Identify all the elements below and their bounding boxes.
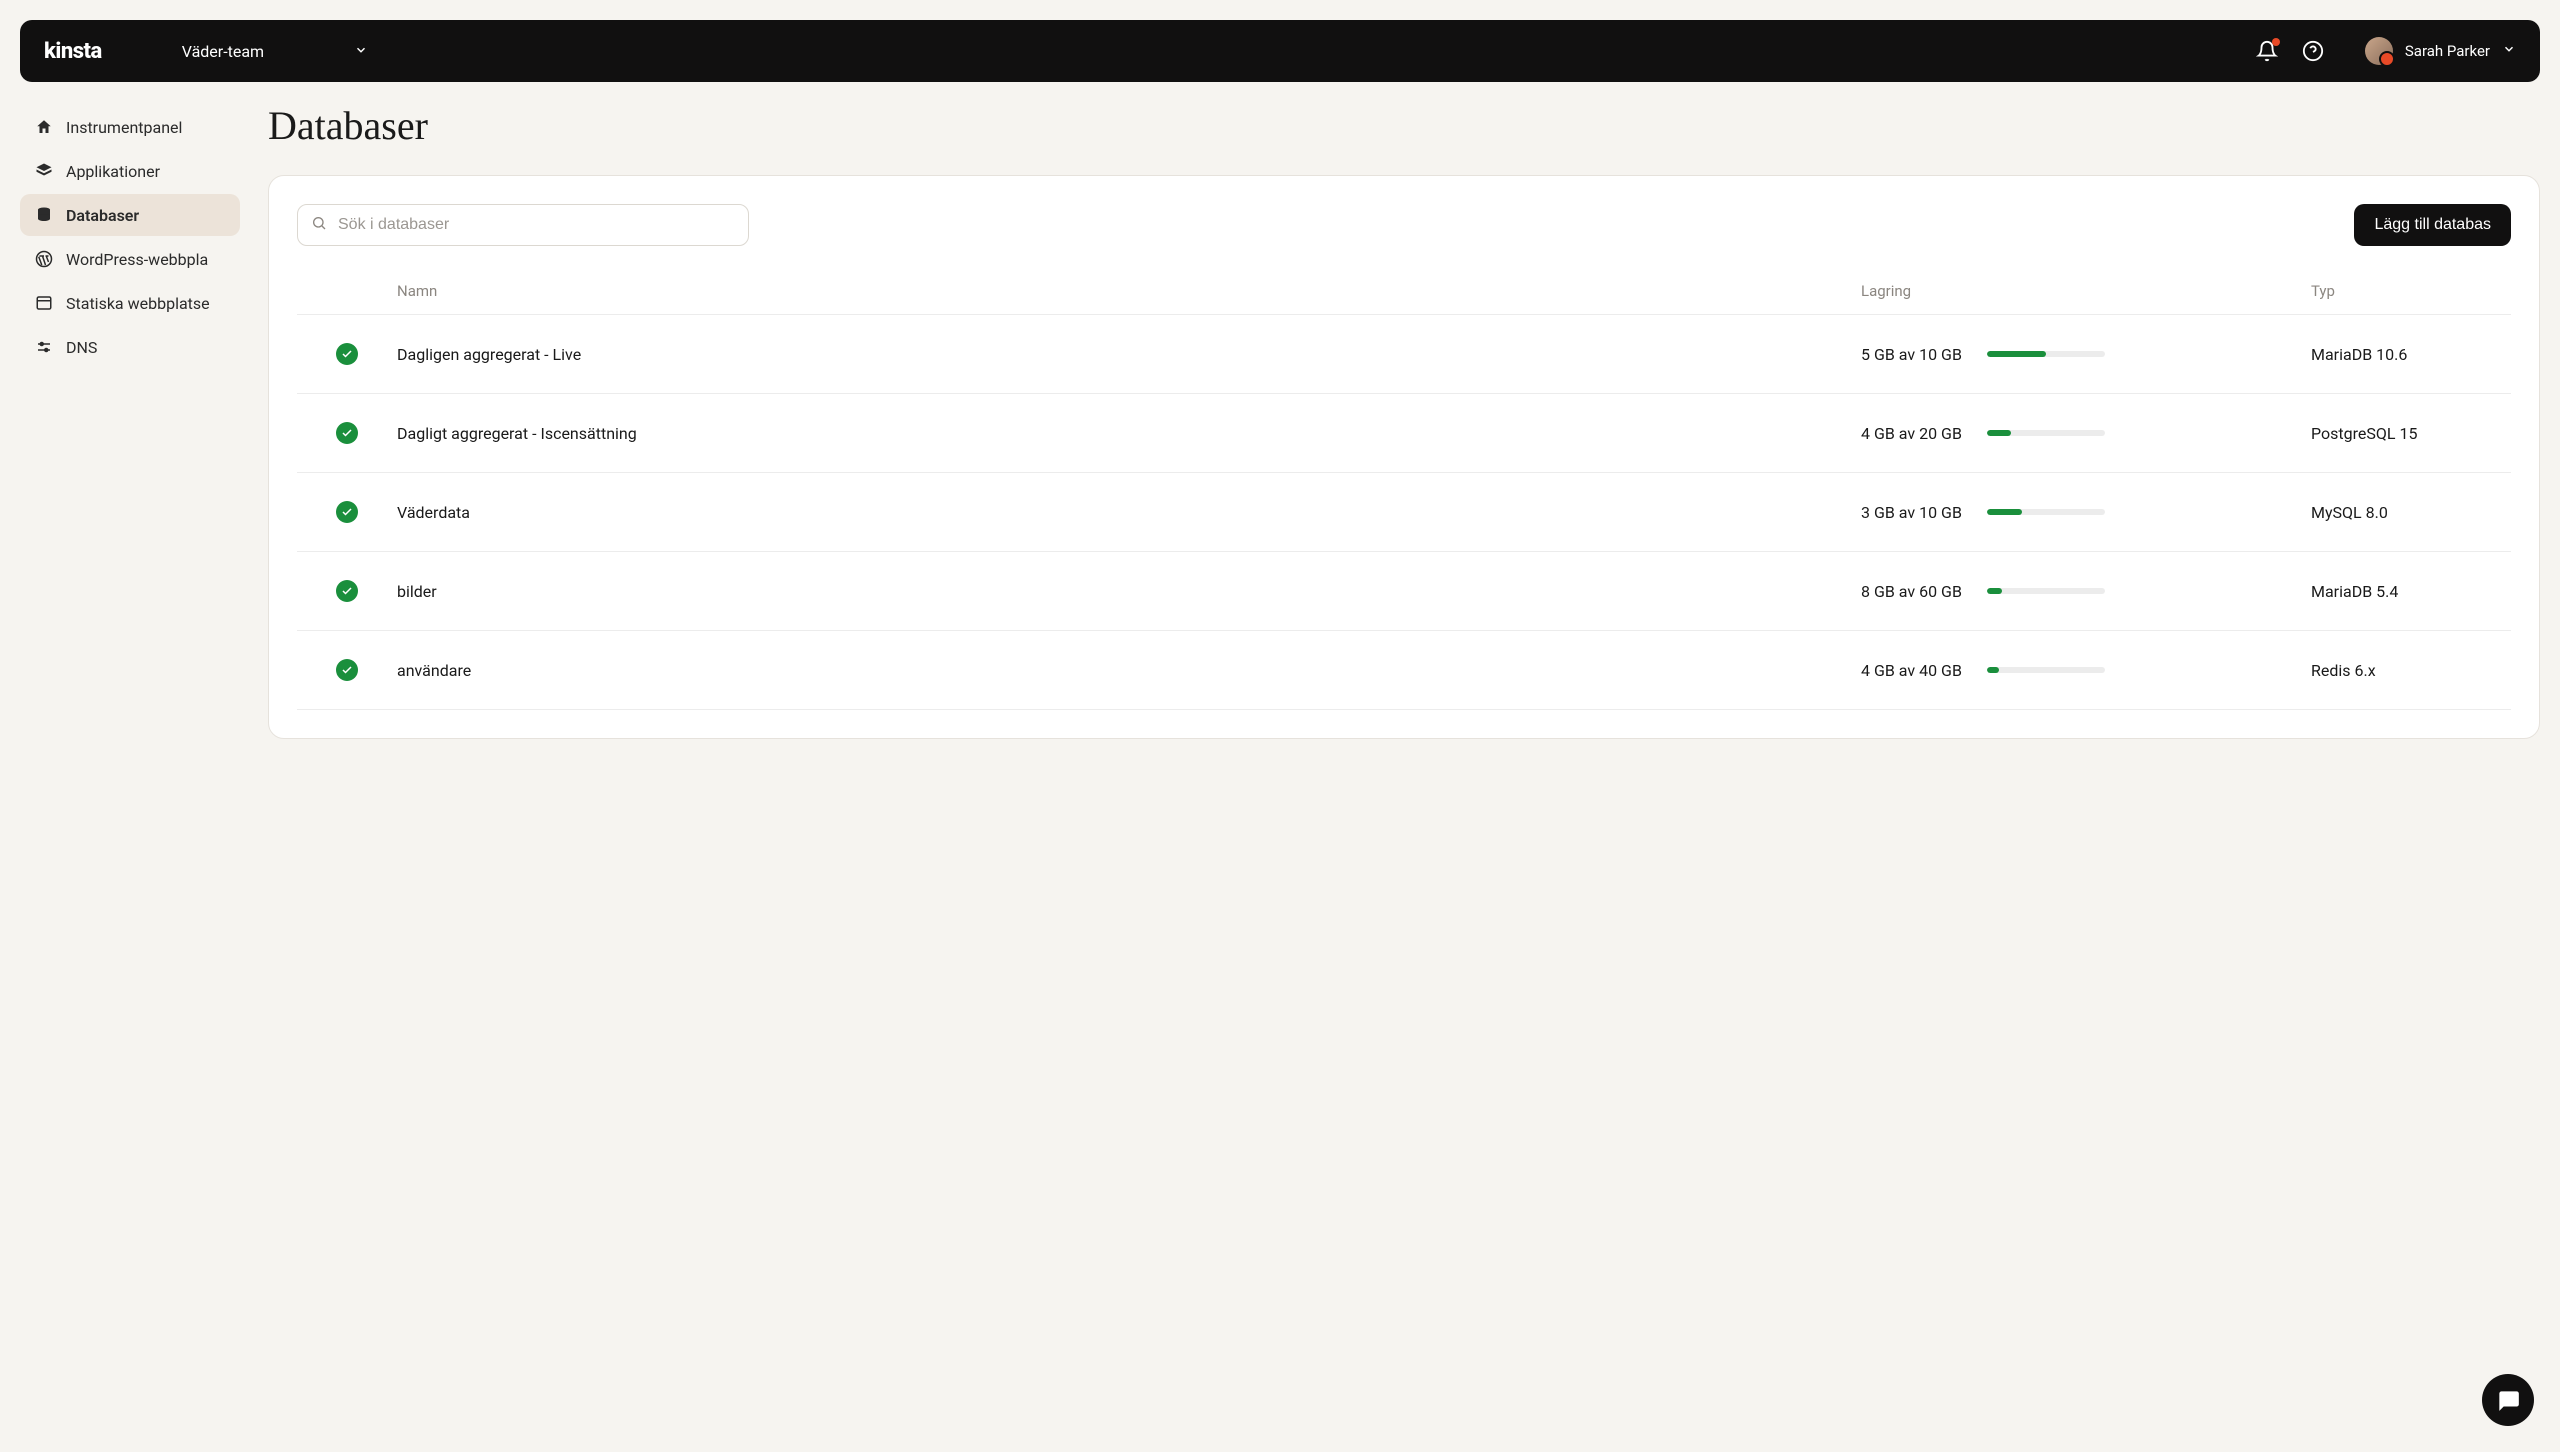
page-title: Databaser xyxy=(268,102,2540,149)
avatar xyxy=(2365,37,2393,65)
status-ok-icon xyxy=(336,422,358,444)
db-type: Redis 6.x xyxy=(2311,661,2511,680)
status-ok-icon xyxy=(336,501,358,523)
table-header: Namn Lagring Typ xyxy=(297,268,2511,315)
user-name: Sarah Parker xyxy=(2405,42,2490,60)
storage-progress xyxy=(1987,667,2105,673)
chevron-down-icon xyxy=(2502,42,2516,60)
search-icon xyxy=(311,215,327,235)
sidebar-item-label: WordPress-webbpla xyxy=(66,250,208,269)
top-bar: kinsta Väder-team Sarah Parker xyxy=(20,20,2540,82)
status-ok-icon xyxy=(336,343,358,365)
db-type: MySQL 8.0 xyxy=(2311,503,2511,522)
sidebar-item-static-sites[interactable]: Statiska webbplatse xyxy=(20,282,240,324)
storage-text: 4 GB av 20 GB xyxy=(1861,424,1973,443)
chat-button[interactable] xyxy=(2482,1374,2534,1426)
table-row[interactable]: Dagligen aggregerat - Live 5 GB av 10 GB… xyxy=(297,315,2511,394)
sidebar-item-label: Applikationer xyxy=(66,162,160,181)
databases-card: Lägg till databas Namn Lagring Typ Dagli… xyxy=(268,175,2540,739)
brand-logo: kinsta xyxy=(44,39,102,64)
storage-progress xyxy=(1987,430,2105,436)
user-menu[interactable]: Sarah Parker xyxy=(2365,37,2516,65)
status-ok-icon xyxy=(336,659,358,681)
status-ok-icon xyxy=(336,580,358,602)
notification-dot-icon xyxy=(2272,38,2280,46)
table-row[interactable]: användare 4 GB av 40 GB Redis 6.x xyxy=(297,631,2511,710)
wordpress-icon xyxy=(34,249,54,269)
table-row[interactable]: Dagligt aggregerat - Iscensättning 4 GB … xyxy=(297,394,2511,473)
sidebar-item-wordpress[interactable]: WordPress-webbpla xyxy=(20,238,240,280)
database-icon xyxy=(34,205,54,225)
home-icon xyxy=(34,117,54,137)
storage-text: 3 GB av 10 GB xyxy=(1861,503,1973,522)
db-type: PostgreSQL 15 xyxy=(2311,424,2511,443)
storage-text: 8 GB av 60 GB xyxy=(1861,582,1973,601)
storage-text: 5 GB av 10 GB xyxy=(1861,345,1973,364)
sidebar-item-databases[interactable]: Databaser xyxy=(20,194,240,236)
main-content: Databaser Lägg till databas Namn Lagring… xyxy=(268,102,2540,739)
col-type: Typ xyxy=(2311,282,2511,300)
db-name: användare xyxy=(397,661,1861,680)
sidebar-item-label: Statiska webbplatse xyxy=(66,294,210,313)
storage-progress xyxy=(1987,509,2105,515)
chevron-down-icon xyxy=(354,42,368,61)
db-type: MariaDB 5.4 xyxy=(2311,582,2511,601)
sidebar-item-label: DNS xyxy=(66,338,97,357)
sliders-icon xyxy=(34,337,54,357)
storage-progress xyxy=(1987,588,2105,594)
storage-text: 4 GB av 40 GB xyxy=(1861,661,1973,680)
notifications-button[interactable] xyxy=(2255,39,2279,63)
add-database-button[interactable]: Lägg till databas xyxy=(2354,204,2511,246)
sidebar-item-label: Databaser xyxy=(66,206,139,225)
browser-icon xyxy=(34,293,54,313)
db-name: Väderdata xyxy=(397,503,1861,522)
db-type: MariaDB 10.6 xyxy=(2311,345,2511,364)
storage-progress xyxy=(1987,351,2105,357)
team-name: Väder-team xyxy=(182,42,264,61)
table-row[interactable]: Väderdata 3 GB av 10 GB MySQL 8.0 xyxy=(297,473,2511,552)
databases-table: Namn Lagring Typ Dagligen aggregerat - L… xyxy=(297,268,2511,710)
db-name: bilder xyxy=(397,582,1861,601)
col-storage: Lagring xyxy=(1861,282,2311,300)
table-row[interactable]: bilder 8 GB av 60 GB MariaDB 5.4 xyxy=(297,552,2511,631)
team-selector[interactable]: Väder-team xyxy=(182,42,368,61)
sidebar-item-dns[interactable]: DNS xyxy=(20,326,240,368)
search-input[interactable] xyxy=(297,204,749,246)
col-name: Namn xyxy=(397,282,1861,300)
sidebar-item-dashboard[interactable]: Instrumentpanel xyxy=(20,106,240,148)
sidebar-item-label: Instrumentpanel xyxy=(66,118,182,137)
db-name: Dagligen aggregerat - Live xyxy=(397,345,1861,364)
sidebar-item-applications[interactable]: Applikationer xyxy=(20,150,240,192)
db-name: Dagligt aggregerat - Iscensättning xyxy=(397,424,1861,443)
layers-icon xyxy=(34,161,54,181)
help-button[interactable] xyxy=(2301,39,2325,63)
sidebar: Instrumentpanel Applikationer Databaser … xyxy=(20,102,240,739)
